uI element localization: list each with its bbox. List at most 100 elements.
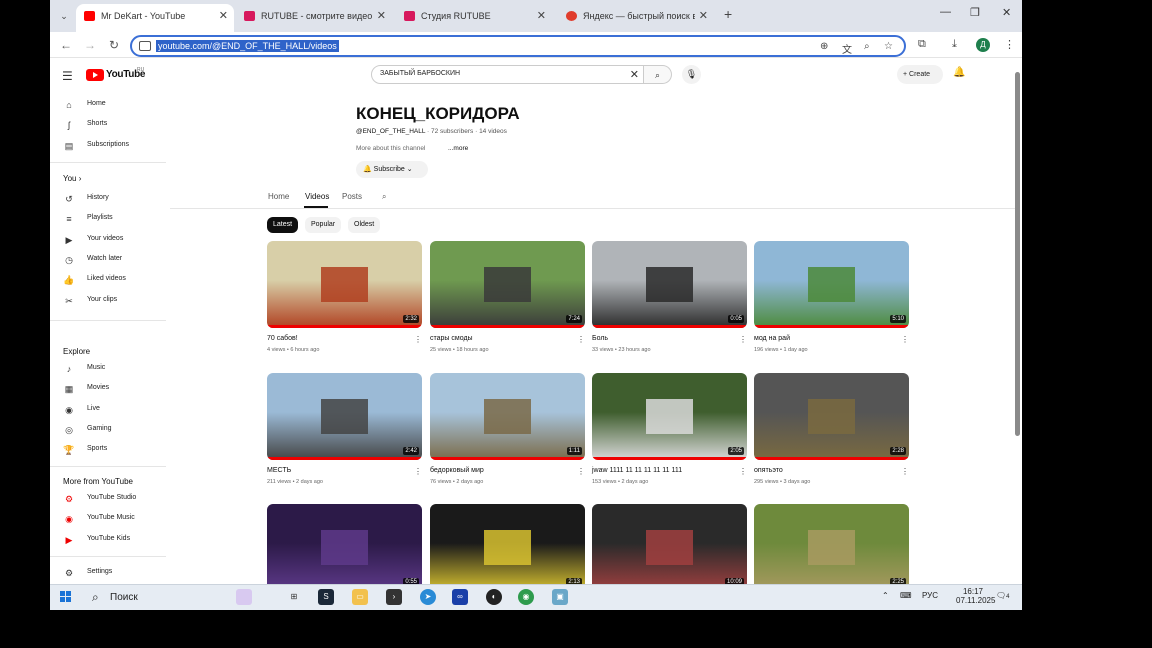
search-input[interactable]: ЗАБЫТЫЙ БАРБОСКИН ✕ [371, 65, 644, 84]
chip-latest[interactable]: Latest [267, 217, 299, 233]
video-menu-icon[interactable]: ⋮ [577, 335, 585, 344]
video-thumbnail[interactable]: 2:32 [267, 241, 422, 328]
chip-popular[interactable]: Popular [305, 217, 342, 233]
tab-rutube[interactable]: RUTUBE - смотрите видео онл... ✕ [236, 4, 392, 28]
reload-icon[interactable]: ↻ [106, 37, 122, 53]
sidebar-item-movies[interactable]: ▦ Movies [50, 380, 166, 398]
scrollbar-thumb[interactable] [1015, 72, 1020, 436]
address-bar[interactable]: youtube.com/@END_OF_THE_HALL/videos ⊕ 文 … [130, 35, 906, 57]
close-tab-icon[interactable]: ✕ [219, 4, 228, 28]
video-menu-icon[interactable]: ⋮ [739, 335, 747, 344]
search-value[interactable]: ЗАБЫТЫЙ БАРБОСКИН [380, 70, 460, 77]
tab-youtube[interactable]: Mr DeKart - YouTube ✕ [76, 4, 234, 32]
video-thumbnail[interactable]: 0:55 [267, 504, 422, 591]
video-title[interactable]: бедорковый мир [430, 467, 484, 474]
video-thumbnail[interactable]: 10:09 [592, 504, 747, 591]
sidebar-item-your-videos[interactable]: ▶ Your videos [50, 231, 166, 249]
language-indicator[interactable]: РУС [922, 591, 938, 600]
keyboard-icon[interactable]: ⌨ [900, 591, 912, 600]
taskbar-search[interactable]: ⌕ Поиск [86, 587, 236, 608]
video-title[interactable]: стары смоды [430, 335, 473, 342]
video-thumbnail[interactable]: 2:42 [267, 373, 422, 460]
close-tab-icon[interactable]: ✕ [699, 4, 708, 28]
taskbar-widget-icon[interactable] [236, 589, 252, 605]
forward-icon[interactable]: → [82, 37, 98, 53]
sidebar-item-music[interactable]: ♪ Music [50, 360, 166, 378]
file-explorer-icon[interactable]: ▭ [352, 589, 368, 605]
video-title[interactable]: опятьэто [754, 467, 783, 474]
page-scrollbar[interactable] [1014, 62, 1022, 584]
sidebar-you-heading[interactable]: You › [63, 174, 81, 183]
chip-oldest[interactable]: Oldest [348, 217, 381, 233]
tray-overflow-icon[interactable]: ⌃ [882, 591, 889, 600]
restore-icon[interactable]: ❐ [970, 6, 980, 19]
sidebar-item-youtube-kids[interactable]: ▶ YouTube Kids [50, 531, 166, 549]
back-icon[interactable]: ← [58, 37, 74, 53]
sidebar-item-watch-later[interactable]: ◷ Watch later [50, 251, 166, 269]
app-window-icon[interactable]: ▣ [552, 589, 568, 605]
close-tab-icon[interactable]: ✕ [377, 4, 386, 28]
browser-menu-icon[interactable]: ⋮ [1004, 38, 1015, 51]
video-thumbnail[interactable]: 2:25 [754, 504, 909, 591]
sidebar-item-youtube-studio[interactable]: ⚙ YouTube Studio [50, 490, 166, 508]
video-title[interactable]: МЕСТЬ [267, 467, 291, 474]
sidebar-item-history[interactable]: ↺ History [50, 190, 166, 208]
app-icon[interactable]: ∞ [452, 589, 468, 605]
bookmark-star-icon[interactable]: ☆ [884, 41, 893, 52]
sidebar-item-home[interactable]: ⌂ Home [50, 96, 166, 114]
clock[interactable]: 16:17 07.11.2025 [956, 587, 995, 605]
video-thumbnail[interactable]: 2:13 [430, 504, 585, 591]
search-button[interactable]: ⌕ [644, 65, 672, 84]
install-app-icon[interactable]: ⊕ [820, 41, 828, 52]
steam-icon[interactable]: S [318, 589, 334, 605]
telegram-icon[interactable]: ➤ [420, 589, 436, 605]
profile-avatar[interactable]: Д [976, 38, 990, 52]
zoom-icon[interactable]: ⌕ [864, 41, 870, 52]
sidebar-item-shorts[interactable]: ʃ Shorts [50, 116, 166, 134]
windows-start-icon[interactable] [60, 591, 72, 603]
minimize-icon[interactable]: — [940, 6, 951, 18]
video-thumbnail[interactable]: 5:10 [754, 241, 909, 328]
sidebar-item-settings[interactable]: ⚙ Settings [50, 564, 166, 582]
site-info-icon[interactable] [139, 41, 151, 51]
sidebar-item-sports[interactable]: 🏆 Sports [50, 441, 166, 459]
video-title[interactable]: jwaw 1111 11 11 11 11 11 111 [592, 467, 682, 474]
clear-search-icon[interactable]: ✕ [630, 68, 639, 81]
subscribe-button[interactable]: 🔔 Subscribe ⌄ [356, 161, 428, 178]
sidebar-item-playlists[interactable]: ≡ Playlists [50, 210, 166, 228]
video-menu-icon[interactable]: ⋮ [414, 467, 422, 476]
chrome-icon[interactable]: ◉ [518, 589, 534, 605]
video-thumbnail[interactable]: 1:11 [430, 373, 585, 460]
tab-videos[interactable]: Videos [305, 192, 329, 201]
sidebar-item-live[interactable]: ◉ Live [50, 401, 166, 419]
video-menu-icon[interactable]: ⋮ [901, 467, 909, 476]
video-title[interactable]: Боль [592, 335, 608, 342]
video-menu-icon[interactable]: ⋮ [577, 467, 585, 476]
task-view-icon[interactable]: ⊞ [286, 589, 302, 605]
video-menu-icon[interactable]: ⋮ [739, 467, 747, 476]
video-title[interactable]: 70 сабов! [267, 335, 298, 342]
sidebar-item-subscriptions[interactable]: ▤ Subscriptions [50, 137, 166, 155]
video-thumbnail[interactable]: 0:05 [592, 241, 747, 328]
video-thumbnail[interactable]: 2:28 [754, 373, 909, 460]
sidebar-item-liked-videos[interactable]: 👍 Liked videos [50, 271, 166, 289]
video-menu-icon[interactable]: ⋮ [901, 335, 909, 344]
tab-yandex[interactable]: Яндекс — быстрый поиск в ин... ✕ [558, 4, 714, 28]
channel-search-icon[interactable]: ⌕ [382, 192, 386, 202]
sidebar-item-youtube-music[interactable]: ◉ YouTube Music [50, 510, 166, 528]
terminal-icon[interactable]: › [386, 589, 402, 605]
youtube-logo-icon[interactable] [86, 69, 104, 81]
tab-home[interactable]: Home [268, 192, 289, 201]
tab-posts[interactable]: Posts [342, 192, 362, 201]
channel-more-link[interactable]: ...more [448, 145, 468, 152]
video-title[interactable]: мод на рай [754, 335, 790, 342]
extensions-icon[interactable]: ⧉ [918, 38, 926, 51]
sidebar-item-your-clips[interactable]: ✂ Your clips [50, 292, 166, 310]
translate-icon[interactable]: 文 [842, 41, 852, 56]
tab-search-chevron-icon[interactable]: ⌄ [56, 8, 72, 24]
tab-rutube-studio[interactable]: Студия RUTUBE ✕ [396, 4, 552, 28]
create-button[interactable]: + Create [897, 65, 943, 84]
notifications-icon[interactable]: 🗨4 [996, 591, 1010, 600]
video-thumbnail[interactable]: 2:05 [592, 373, 747, 460]
video-thumbnail[interactable]: 7:24 [430, 241, 585, 328]
